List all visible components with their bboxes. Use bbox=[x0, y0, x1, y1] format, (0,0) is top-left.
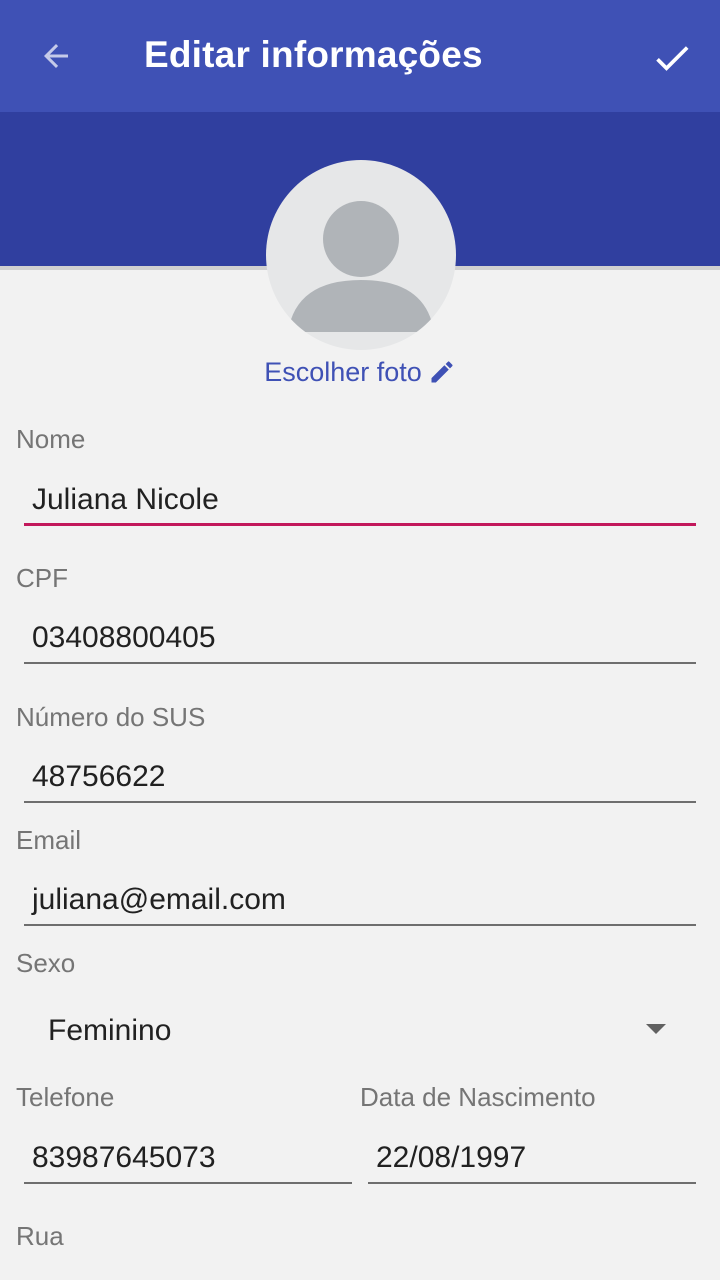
person-placeholder-icon[interactable] bbox=[266, 160, 456, 350]
sus-label: Número do SUS bbox=[16, 702, 206, 732]
pencil-icon bbox=[428, 358, 456, 386]
cpf-label: CPF bbox=[16, 563, 68, 593]
email-field[interactable]: juliana@email.com bbox=[24, 876, 696, 926]
telefone-label: Telefone bbox=[16, 1082, 115, 1112]
cpf-field[interactable]: 03408800405 bbox=[24, 614, 696, 664]
email-label: Email bbox=[16, 825, 82, 855]
app-bar: Editar informações bbox=[0, 0, 720, 112]
telefone-field[interactable]: 83987645073 bbox=[24, 1134, 352, 1184]
sexo-select[interactable]: Feminino bbox=[16, 1002, 696, 1062]
dropdown-arrow-icon bbox=[646, 1024, 666, 1034]
arrow-left-icon[interactable] bbox=[36, 36, 76, 76]
page-title: Editar informações bbox=[144, 34, 483, 75]
sexo-label: Sexo bbox=[16, 948, 76, 978]
nome-field[interactable]: Juliana Nicole bbox=[24, 476, 696, 526]
sus-field[interactable]: 48756622 bbox=[24, 753, 696, 803]
choose-photo-button[interactable]: Escolher foto bbox=[0, 352, 720, 392]
nascimento-field[interactable]: 22/08/1997 bbox=[368, 1134, 696, 1184]
sexo-value: Feminino bbox=[48, 1014, 172, 1047]
choose-photo-label: Escolher foto bbox=[264, 356, 422, 387]
check-icon[interactable] bbox=[648, 34, 696, 82]
rua-label: Rua bbox=[16, 1221, 64, 1251]
nome-label: Nome bbox=[16, 424, 86, 454]
nascimento-label: Data de Nascimento bbox=[360, 1082, 596, 1112]
